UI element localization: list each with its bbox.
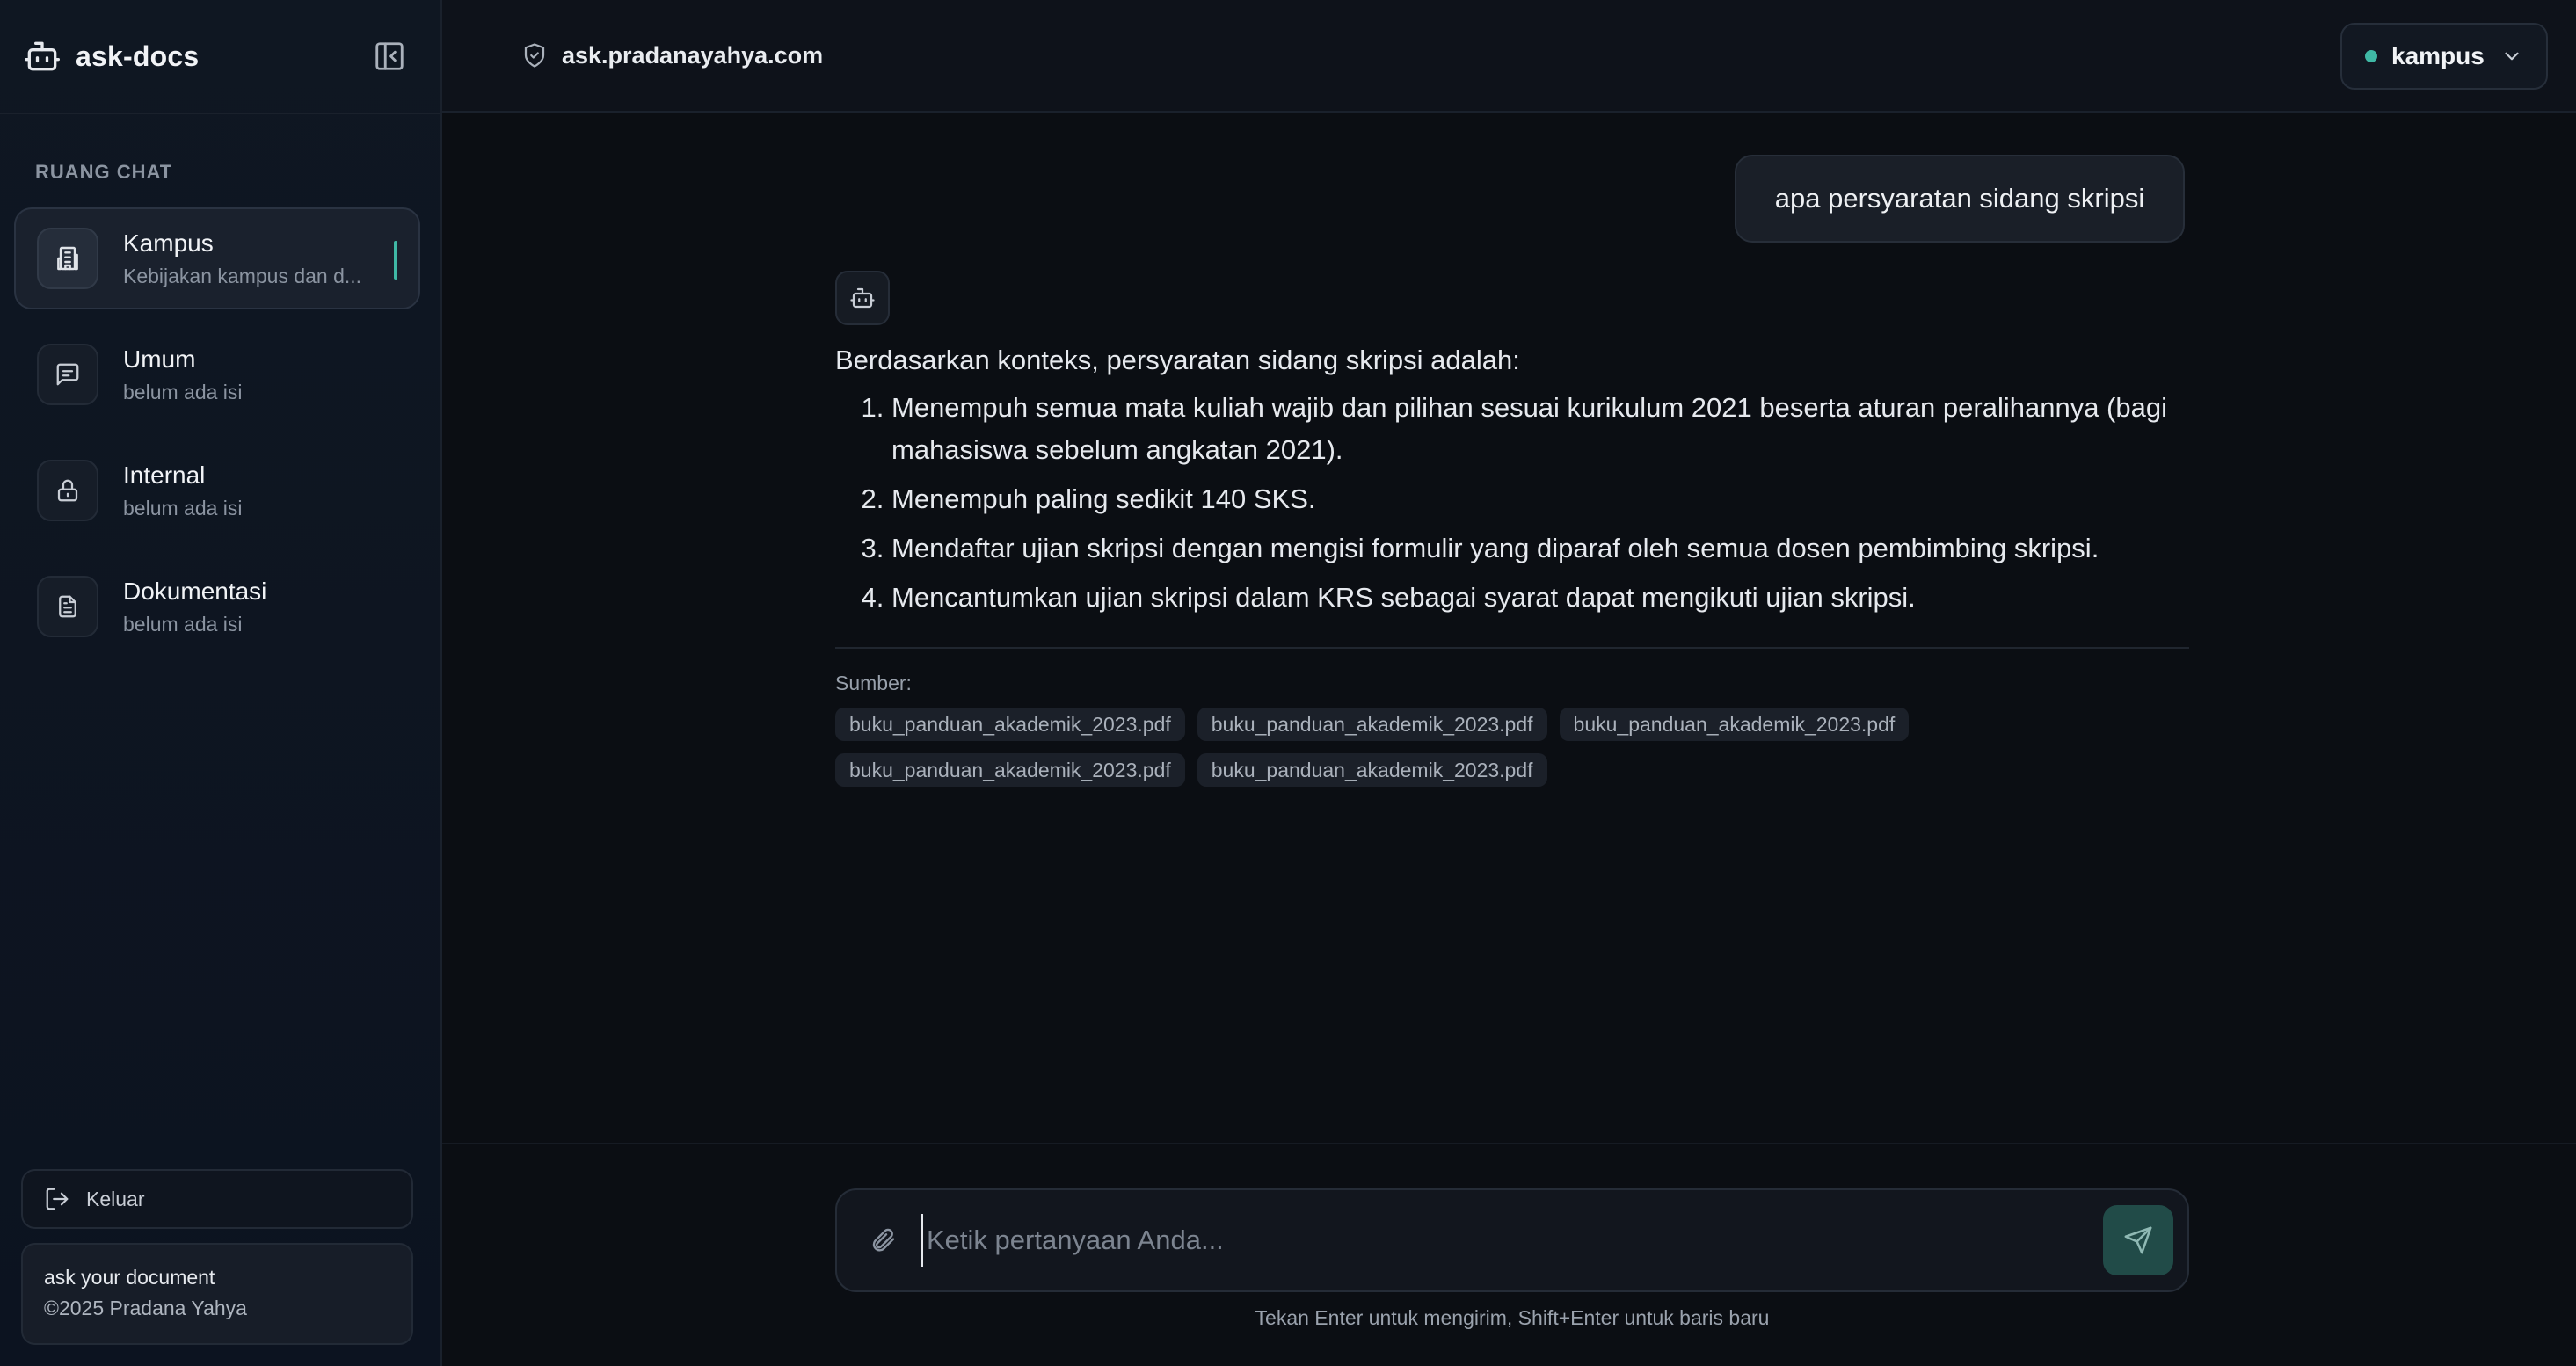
domain-label: ask.pradanayahya.com (562, 41, 824, 69)
send-icon (2123, 1225, 2153, 1255)
room-title: Internal (123, 461, 206, 489)
chat-area: apa persyaratan sidang skripsi Berdasark… (442, 113, 2576, 1143)
room-subtitle: belum ada isi (123, 612, 243, 636)
send-button[interactable] (2103, 1205, 2173, 1275)
source-chip[interactable]: buku_panduan_akademik_2023.pdf (1559, 708, 1910, 741)
robot-icon (23, 37, 62, 76)
room-title: Kampus (123, 229, 214, 257)
topbar: ask.pradanayahya.com kampus (442, 0, 2576, 113)
robot-icon (849, 285, 876, 311)
chat-icon (37, 344, 98, 405)
answer-item: Mendaftar ujian skripsi dengan mengisi f… (891, 527, 2189, 570)
room-subtitle: Kebijakan kampus dan d... (123, 264, 362, 287)
source-chip[interactable]: buku_panduan_akademik_2023.pdf (835, 753, 1185, 787)
logout-button[interactable]: Keluar (21, 1169, 413, 1229)
footer-tagline: ask your document (44, 1266, 215, 1289)
lock-icon (37, 460, 98, 521)
user-message: apa persyaratan sidang skripsi (1735, 155, 2185, 243)
room-subtitle: belum ada isi (123, 496, 243, 520)
source-chip[interactable]: buku_panduan_akademik_2023.pdf (835, 708, 1185, 741)
room-select-dropdown[interactable]: kampus (2340, 23, 2548, 90)
room-select-label: kampus (2391, 42, 2485, 69)
sidebar-header: ask-docs (0, 0, 440, 114)
bot-avatar (835, 271, 890, 325)
building-icon (37, 228, 98, 289)
sidebar-item-internal[interactable]: Internal belum ada isi (14, 440, 420, 541)
status-dot (2365, 50, 2377, 62)
answer-list: Menempuh semua mata kuliah wajib dan pil… (835, 387, 2189, 619)
main-panel: ask.pradanayahya.com kampus apa persyara… (442, 0, 2576, 1366)
divider (835, 647, 2189, 649)
composer (835, 1188, 2189, 1292)
sidebar: ask-docs RUANG CHAT Kampus Kebijakan kam… (0, 0, 442, 1366)
section-title: RUANG CHAT (35, 161, 173, 183)
answer-item: Menempuh semua mata kuliah wajib dan pil… (891, 387, 2189, 471)
answer-item: Menempuh paling sedikit 140 SKS. (891, 478, 2189, 520)
source-chip[interactable]: buku_panduan_akademik_2023.pdf (1197, 708, 1547, 741)
composer-hint: Tekan Enter untuk mengirim, Shift+Enter … (1255, 1306, 1770, 1329)
answer-intro: Berdasarkan konteks, persyaratan sidang … (835, 345, 1520, 375)
sidebar-item-kampus[interactable]: Kampus Kebijakan kampus dan d... (14, 207, 420, 309)
document-icon (37, 576, 98, 637)
app-name: ask-docs (76, 40, 200, 72)
logout-label: Keluar (86, 1187, 145, 1210)
room-list: Kampus Kebijakan kampus dan d... Umum be… (14, 207, 420, 672)
message-input[interactable] (921, 1214, 2103, 1267)
attach-icon[interactable] (869, 1226, 897, 1254)
footer-copyright: ©2025 Pradana Yahya (44, 1297, 247, 1319)
sidebar-collapse-icon[interactable] (370, 37, 409, 76)
sidebar-item-umum[interactable]: Umum belum ada isi (14, 323, 420, 425)
composer-area: Tekan Enter untuk mengirim, Shift+Enter … (442, 1143, 2576, 1366)
source-chips: buku_panduan_akademik_2023.pdf buku_pand… (835, 708, 2066, 787)
source-chip[interactable]: buku_panduan_akademik_2023.pdf (1197, 753, 1547, 787)
answer-item: Mencantumkan ujian skripsi dalam KRS seb… (891, 577, 2189, 619)
sources-label: Sumber: (835, 672, 912, 694)
chevron-down-icon (2500, 45, 2523, 68)
room-subtitle: belum ada isi (123, 380, 243, 403)
sidebar-item-dokumentasi[interactable]: Dokumentasi belum ada isi (14, 556, 420, 658)
footer-card: ask your document ©2025 Pradana Yahya (21, 1243, 413, 1345)
active-indicator (394, 241, 397, 280)
shield-icon (521, 42, 548, 69)
room-title: Umum (123, 345, 196, 373)
room-title: Dokumentasi (123, 577, 267, 605)
logout-icon (44, 1186, 70, 1212)
assistant-answer: Berdasarkan konteks, persyaratan sidang … (835, 341, 2189, 626)
